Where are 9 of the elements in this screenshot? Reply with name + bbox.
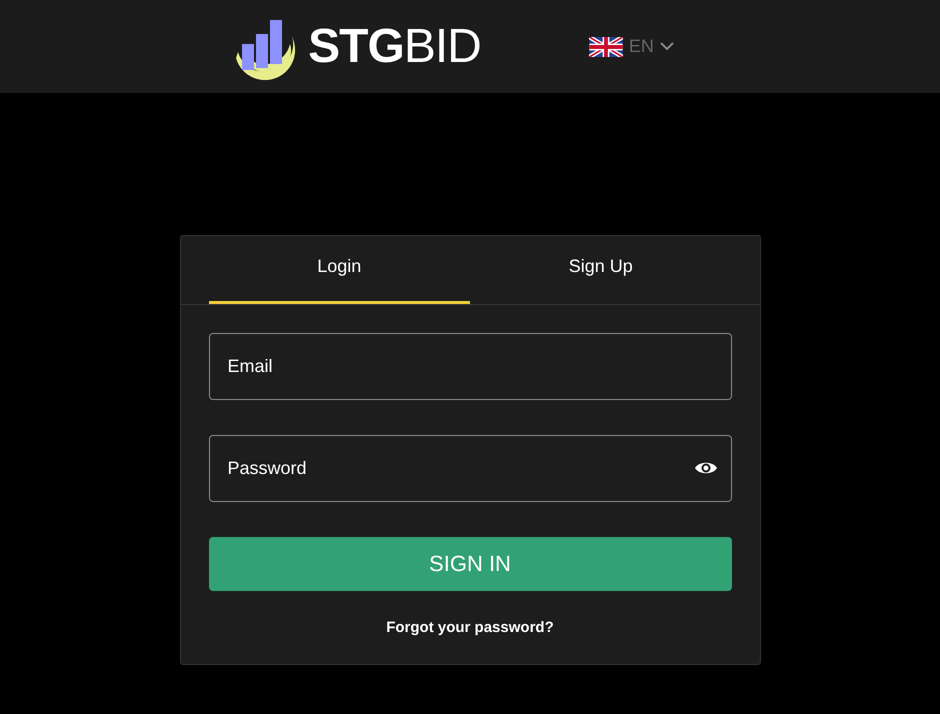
tab[interactable]: Sign Up [470,236,732,304]
forgot-password-link[interactable]: Forgot your password? [386,619,554,636]
password-field[interactable]: Password [208,435,732,502]
flag-icon [588,36,623,56]
logo-text: STGBID [308,19,481,74]
chevron-down-icon [660,42,674,51]
email-field[interactable]: Email [208,333,732,400]
eye-icon[interactable] [694,460,718,476]
tab[interactable]: Login [208,236,470,304]
